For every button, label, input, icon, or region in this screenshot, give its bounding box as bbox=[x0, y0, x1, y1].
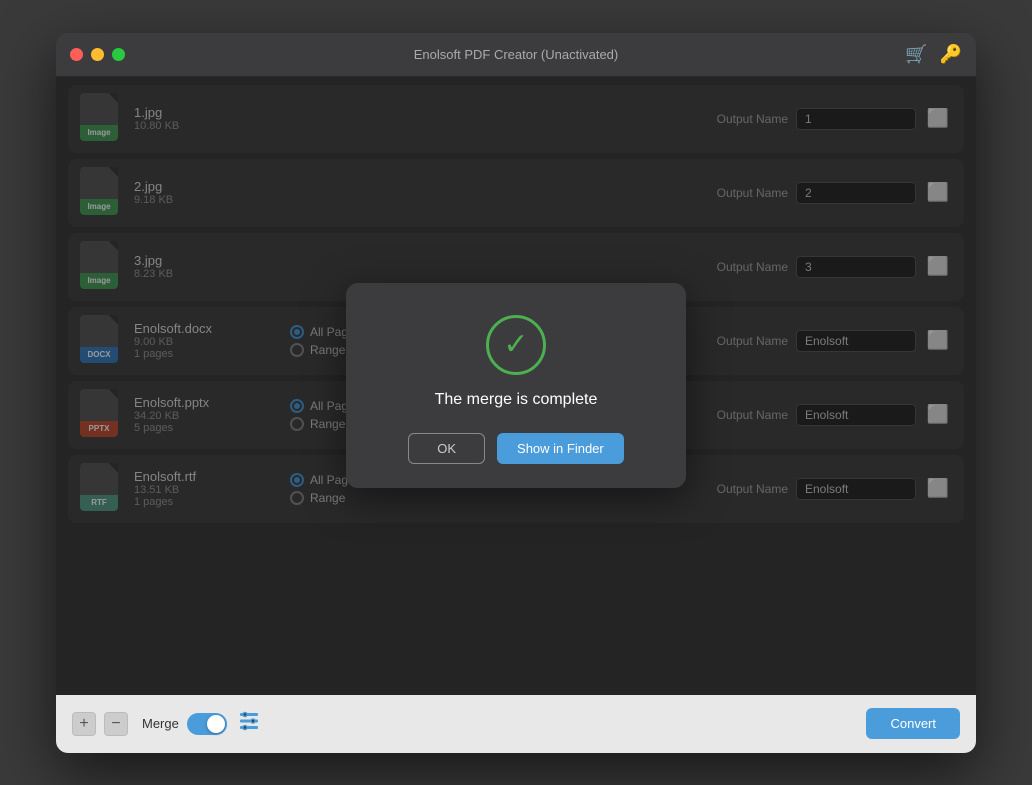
modal-buttons: OK Show in Finder bbox=[370, 433, 662, 464]
app-window: Enolsoft PDF Creator (Unactivated) 🛒 🔑 I… bbox=[56, 33, 976, 753]
window-controls bbox=[70, 48, 125, 61]
cart-icon[interactable]: 🛒 bbox=[905, 44, 927, 65]
add-file-button[interactable]: + bbox=[72, 712, 96, 736]
merge-settings-button[interactable] bbox=[235, 710, 263, 738]
toggle-knob bbox=[207, 715, 225, 733]
titlebar: Enolsoft PDF Creator (Unactivated) 🛒 🔑 bbox=[56, 33, 976, 77]
remove-file-button[interactable]: − bbox=[104, 712, 128, 736]
bottom-bar: + − Merge Convert bbox=[56, 695, 976, 753]
close-button[interactable] bbox=[70, 48, 83, 61]
success-icon-circle: ✓ bbox=[486, 315, 546, 375]
ok-button[interactable]: OK bbox=[408, 433, 485, 464]
success-modal: ✓ The merge is complete OK Show in Finde… bbox=[346, 283, 686, 488]
merge-toggle[interactable] bbox=[187, 713, 227, 735]
convert-button[interactable]: Convert bbox=[866, 708, 960, 739]
modal-overlay: ✓ The merge is complete OK Show in Finde… bbox=[56, 77, 976, 695]
show-in-finder-button[interactable]: Show in Finder bbox=[497, 433, 624, 464]
maximize-button[interactable] bbox=[112, 48, 125, 61]
merge-label: Merge bbox=[142, 716, 179, 731]
minimize-button[interactable] bbox=[91, 48, 104, 61]
modal-title: The merge is complete bbox=[435, 391, 598, 409]
checkmark-icon: ✓ bbox=[503, 330, 528, 360]
key-icon[interactable]: 🔑 bbox=[940, 44, 962, 65]
titlebar-actions: 🛒 🔑 bbox=[905, 44, 962, 65]
window-title: Enolsoft PDF Creator (Unactivated) bbox=[414, 47, 618, 62]
